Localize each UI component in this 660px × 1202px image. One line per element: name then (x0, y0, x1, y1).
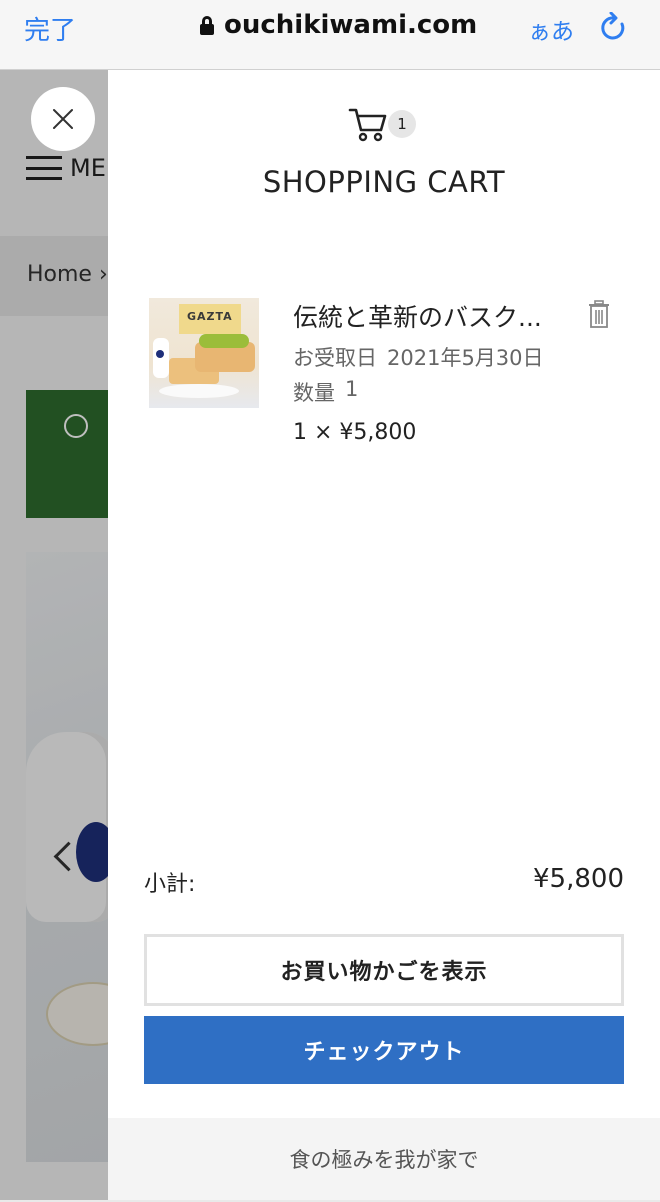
cart-icon (348, 108, 387, 142)
close-icon (53, 109, 73, 129)
pickup-date-row: お受取日 2021年5月30日 (293, 342, 544, 372)
quantity-label: 数量 (293, 381, 335, 405)
product-thumbnail[interactable]: GAZTA (149, 298, 259, 408)
subtotal-value: ¥5,800 (533, 864, 624, 894)
thumbnail-brand-text: GAZTA (187, 310, 233, 323)
cart-count-badge: 1 (388, 110, 416, 138)
cart-drawer: 1 SHOPPING CART GAZTA 伝統と革新のバスク... お受取日 … (108, 70, 660, 1200)
reload-icon[interactable] (600, 12, 628, 44)
item-price: 1 × ¥5,800 (293, 420, 417, 445)
checkout-button[interactable]: チェックアウト (144, 1016, 624, 1084)
product-name[interactable]: 伝統と革新のバスク... (293, 298, 583, 334)
lock-icon (200, 16, 214, 35)
quantity-row: 数量 1 (293, 377, 358, 407)
address-bar[interactable]: ouchikiwami.com (200, 10, 477, 40)
browser-toolbar: 完了 ouchikiwami.com ぁあ (0, 0, 660, 70)
url-text: ouchikiwami.com (224, 10, 478, 40)
pickup-label: お受取日 (293, 346, 377, 370)
quantity-value: 1 (345, 377, 359, 401)
done-button[interactable]: 完了 (24, 10, 76, 47)
close-cart-button[interactable] (31, 87, 95, 151)
subtotal-label: 小計: (144, 872, 196, 897)
trash-icon[interactable] (588, 300, 610, 328)
pickup-date: 2021年5月30日 (387, 346, 544, 370)
footer-tagline: 食の極みを我が家で (108, 1118, 660, 1200)
text-size-button[interactable]: ぁあ (528, 12, 574, 46)
view-cart-button[interactable]: お買い物かごを表示 (144, 934, 624, 1006)
cart-title: SHOPPING CART (262, 165, 506, 199)
